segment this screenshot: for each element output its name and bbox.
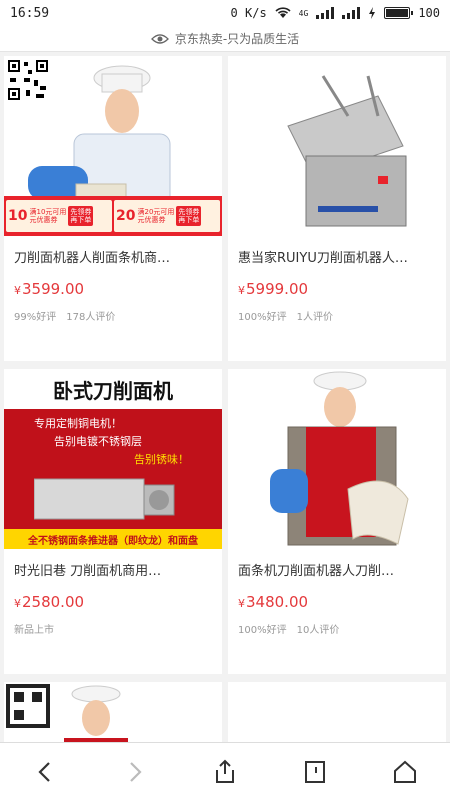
robot-chef-illustration: [228, 369, 446, 549]
noodle-machine-illustration: [228, 56, 446, 236]
banner-bottom-strip: 全不锈钢面条推进器（即纹龙）和面盘: [4, 529, 222, 549]
product-title[interactable]: 刀削面机器人削面条机商…: [14, 250, 212, 268]
eye-icon: [150, 33, 169, 44]
robot-chef-illustration: [4, 682, 222, 742]
home-icon: [394, 760, 416, 783]
product-image: 10 满10元可用 元优惠券 先领券 再下单 20 满20元可用 元优惠券 先领券 再下…: [4, 56, 222, 236]
share-icon: [216, 759, 234, 783]
status-bar: 16:59 0 K/s 4G 100: [0, 0, 450, 26]
product-card[interactable]: [228, 682, 446, 742]
tabs-button[interactable]: [295, 752, 335, 792]
product-card[interactable]: [4, 682, 222, 742]
tabs-icon: [305, 760, 325, 783]
product-image: [4, 682, 222, 742]
charging-icon: [369, 7, 376, 19]
product-grid: 10 满10元可用 元优惠券 先领券 再下单 20 满20元可用 元优惠券 先领券 再下…: [0, 52, 450, 742]
product-meta: 100%好评 1人评价: [238, 312, 333, 323]
network-speed: 0 K/s: [230, 6, 267, 20]
banner-line-3: 告别锈味！: [134, 453, 189, 466]
product-image: 卧式刀削面机 专用定制铜电机！ 告别电镀不锈钢层 告别锈味！ 全不锈钢面条推进器…: [4, 369, 222, 549]
status-indicators: 0 K/s 4G 100: [231, 6, 440, 20]
product-card[interactable]: 卧式刀削面机 专用定制铜电机！ 告别电镀不锈钢层 告别锈味！ 全不锈钢面条推进器…: [4, 369, 222, 674]
coupon[interactable]: 10 满10元可用 元优惠券 先领券 再下单: [6, 200, 112, 232]
product-card[interactable]: 10 满10元可用 元优惠券 先领券 再下单 20 满20元可用 元优惠券 先领券 再下…: [4, 56, 222, 361]
product-image: [228, 56, 446, 236]
battery-level: 100: [418, 6, 440, 20]
wifi-icon: [275, 7, 291, 18]
banner-line-2: 告别电镀不锈钢层: [54, 435, 142, 448]
product-image: [228, 369, 446, 549]
signal-icon-2: [342, 7, 361, 19]
banner-line-1: 专用定制铜电机！: [34, 417, 122, 430]
product-meta: 100%好评 10人评价: [238, 625, 340, 636]
product-price: ¥3599.00: [14, 280, 85, 298]
product-price: ¥3480.00: [238, 593, 309, 611]
product-meta: 新品上市: [14, 625, 54, 636]
forward-button[interactable]: [115, 752, 155, 792]
qr-code-image: [6, 58, 50, 102]
forward-icon: [130, 761, 142, 782]
product-price: ¥2580.00: [14, 593, 85, 611]
product-card[interactable]: 惠当家RUIYU刀削面机器人… ¥5999.00 100%好评 1人评价: [228, 56, 446, 361]
page-title: 京东热卖-只为品质生活: [174, 32, 300, 46]
status-time: 16:59: [10, 5, 50, 21]
back-button[interactable]: [25, 752, 65, 792]
product-price: ¥5999.00: [238, 280, 309, 298]
product-card[interactable]: 面条机刀削面机器人刀削… ¥3480.00 100%好评 10人评价: [228, 369, 446, 674]
signal-icon: [316, 7, 335, 19]
url-bar[interactable]: 京东热卖-只为品质生活: [0, 26, 450, 52]
product-title[interactable]: 时光旧巷 刀削面机商用…: [14, 563, 212, 581]
bottom-nav: [0, 742, 450, 800]
home-button[interactable]: [385, 752, 425, 792]
product-title[interactable]: 惠当家RUIYU刀削面机器人…: [238, 250, 436, 268]
share-button[interactable]: [205, 752, 245, 792]
banner-title: 卧式刀削面机: [4, 369, 222, 409]
product-title[interactable]: 面条机刀削面机器人刀削…: [238, 563, 436, 581]
coupon[interactable]: 20 满20元可用 元优惠券 先领券 再下单: [114, 200, 220, 232]
battery-icon: [384, 7, 414, 19]
network-type: 4G: [298, 8, 309, 18]
product-meta: 99%好评 178人评价: [14, 312, 116, 323]
banner-background: 专用定制铜电机！ 告别电镀不锈钢层 告别锈味！: [4, 409, 222, 549]
coupon-strip[interactable]: 10 满10元可用 元优惠券 先领券 再下单 20 满20元可用 元优惠券 先领券 再下…: [4, 196, 222, 236]
back-icon: [38, 761, 50, 782]
horizontal-machine-illustration: [34, 478, 175, 520]
